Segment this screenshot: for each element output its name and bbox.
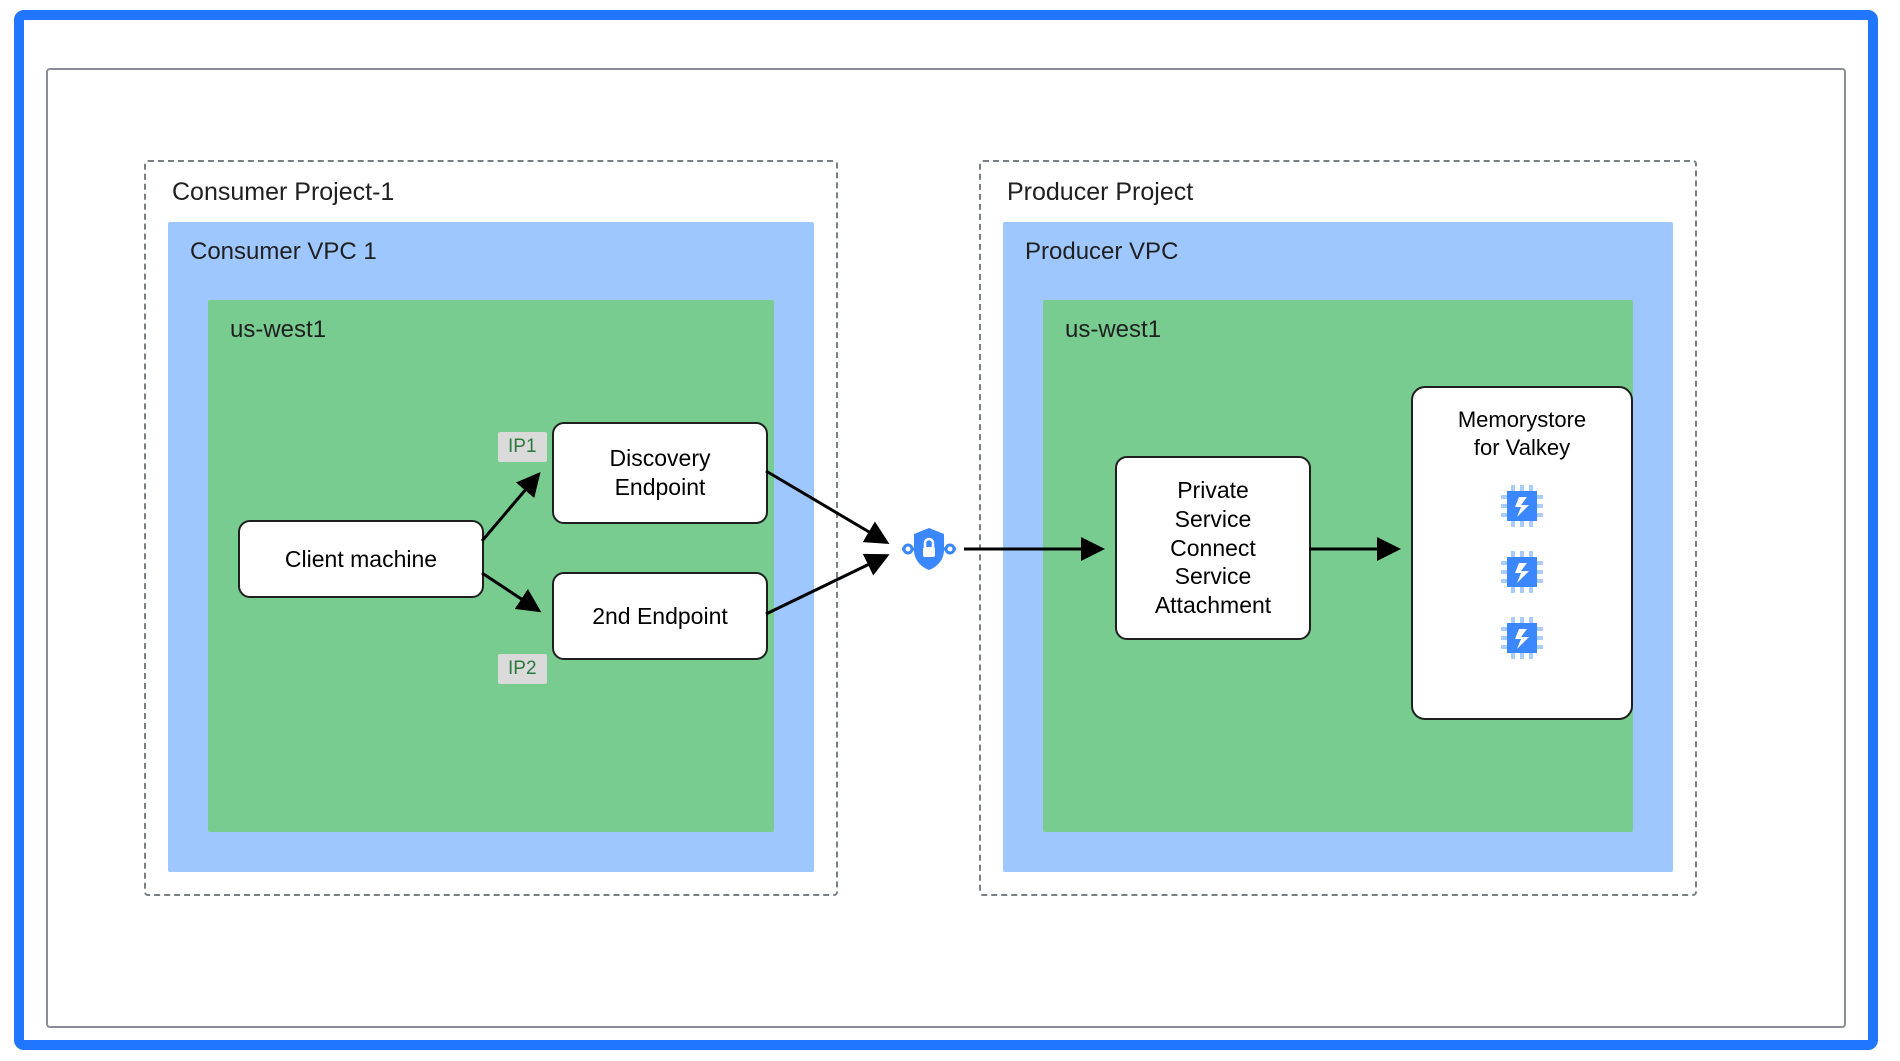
memorystore-box: Memorystore for Valkey [1411,386,1633,720]
memory-chip-icon [1499,615,1545,661]
consumer-vpc-title: Consumer VPC 1 [190,238,377,266]
memory-chip-icon [1499,549,1545,595]
psc-shield-icon [902,522,956,576]
consumer-vpc-box: Consumer VPC 1 us-west1 Client machine I… [168,222,814,872]
producer-vpc-box: Producer VPC us-west1 Private Service Co… [1003,222,1673,872]
second-endpoint-node: 2nd Endpoint [552,572,768,660]
psc-attachment-node: Private Service Connect Service Attachme… [1115,456,1311,640]
google-word: Google [48,26,153,59]
producer-vpc-title: Producer VPC [1025,238,1178,266]
client-machine-label: Client machine [285,545,437,574]
discovery-endpoint-node: Discovery Endpoint [552,422,768,524]
consumer-project-title: Consumer Project-1 [172,178,394,207]
cloud-word: Cloud [153,26,241,59]
client-machine-node: Client machine [238,520,484,598]
producer-region-box: us-west1 Private Service Connect Service… [1043,300,1633,832]
consumer-region-box: us-west1 Client machine IP1 Discovery En… [208,300,774,832]
consumer-region-title: us-west1 [230,316,326,344]
producer-project-box: Producer Project Producer VPC us-west1 P… [979,160,1697,896]
ip2-tag: IP2 [498,654,547,684]
producer-region-title: us-west1 [1065,316,1161,344]
google-cloud-frame: Google Cloud Consumer Project-1 Consumer… [14,10,1878,1050]
consumer-project-box: Consumer Project-1 Consumer VPC 1 us-wes… [144,160,838,896]
second-endpoint-label: 2nd Endpoint [592,602,728,631]
memory-chip-icon [1499,483,1545,529]
psc-attachment-label: Private Service Connect Service Attachme… [1155,476,1271,620]
producer-project-title: Producer Project [1007,178,1193,207]
discovery-endpoint-label: Discovery Endpoint [610,444,711,502]
memorystore-label: Memorystore for Valkey [1458,406,1586,461]
google-cloud-title: Google Cloud [48,26,240,60]
ip1-tag: IP1 [498,432,547,462]
inner-frame: Consumer Project-1 Consumer VPC 1 us-wes… [46,68,1846,1028]
